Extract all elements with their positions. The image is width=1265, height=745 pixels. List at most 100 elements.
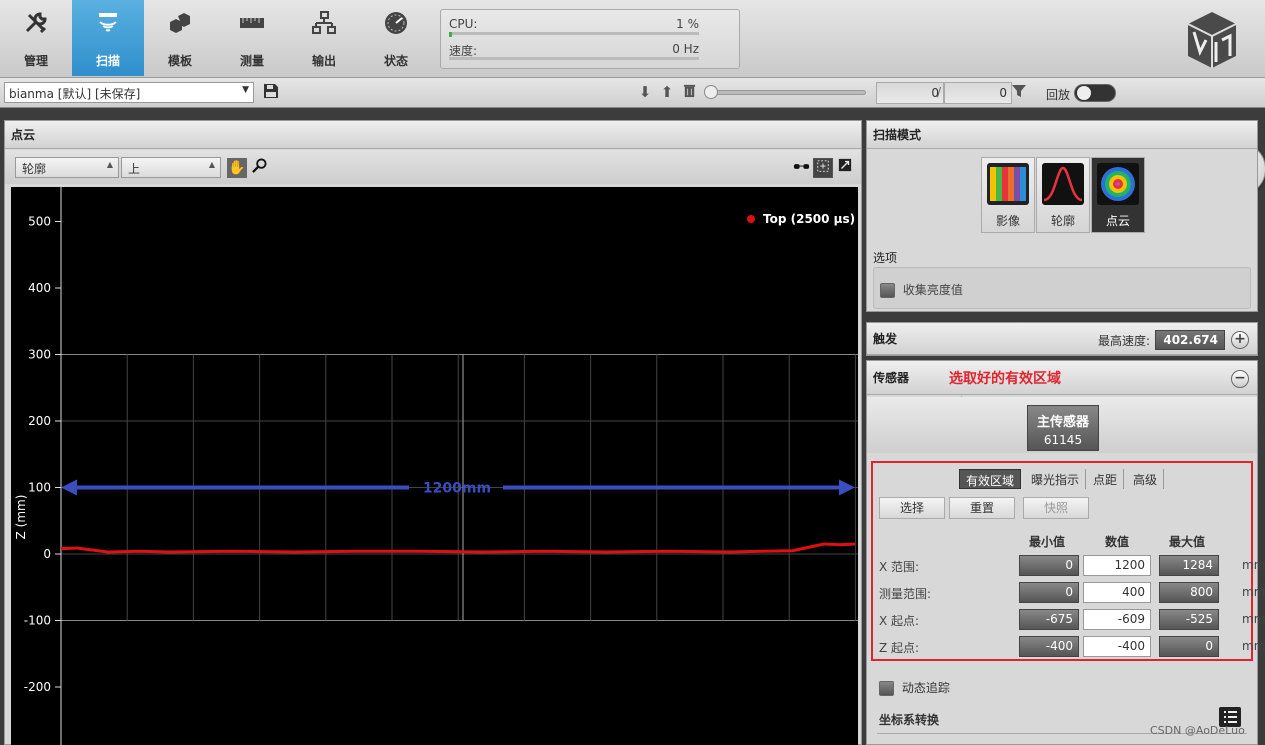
sensor-title: 传感器 <box>867 361 1257 395</box>
select-button[interactable]: 选择 <box>879 497 945 519</box>
active-area-box: 有效区域 曝光指示 点距 高级 选择 重置 快照 最小值 数值 最大值 X 范围… <box>871 461 1265 661</box>
mode-profile-button[interactable]: 轮廓 <box>1036 157 1090 233</box>
nav-label: 状态 <box>383 54 408 68</box>
view-mode-value: 轮廓 <box>22 162 47 176</box>
view-source-select[interactable]: 上 ▲ <box>121 157 221 178</box>
legend-label: Top (2500 µs) <box>763 212 855 226</box>
x-range-min: 0 <box>1019 555 1079 576</box>
nav-status[interactable]: 状态 <box>360 0 432 76</box>
trash-icon[interactable] <box>680 83 698 101</box>
network-icon <box>312 11 336 34</box>
template-icon <box>170 13 190 33</box>
save-icon[interactable] <box>262 83 280 101</box>
tab-exposure-indicator[interactable]: 曝光指示 <box>1025 469 1087 489</box>
system-meters: CPU: 1 % 速度: 0 Hz <box>440 9 740 69</box>
frame-separator: / <box>937 85 942 99</box>
checkbox-icon <box>879 681 894 696</box>
y-tick-label: 200 <box>28 414 51 428</box>
download-icon[interactable]: ⬇ <box>636 83 654 101</box>
x-range-input[interactable]: 1200 <box>1083 555 1151 576</box>
pan-hand-icon[interactable]: ✋ <box>227 158 247 178</box>
reset-button[interactable]: 重置 <box>949 497 1015 519</box>
y-tick-label: 400 <box>28 281 51 295</box>
replay-label: 回放 <box>1046 88 1071 102</box>
speed-value: 0 Hz <box>672 42 699 56</box>
speed-label: 速度: <box>449 44 478 58</box>
snapshot-button: 快照 <box>1023 497 1089 519</box>
row-label-z-start: Z 起点: <box>879 641 920 655</box>
nav-output[interactable]: 输出 <box>288 0 360 76</box>
dynamic-tracking-label: 动态追踪 <box>901 681 950 695</box>
app-window: 管理 扫描 模板 测量 输出 状态 CPU: 1 % 速度: 0 Hz bian… <box>0 0 1265 745</box>
collect-intensity-checkbox[interactable]: 收集亮度值 <box>880 281 963 298</box>
panel-title: 点云 <box>5 121 861 149</box>
nav-manage[interactable]: 管理 <box>0 0 72 76</box>
trigger-section: 触发 最高速度: 402.674 + <box>866 322 1258 356</box>
nav-label: 管理 <box>23 54 48 68</box>
image-mode-icon <box>987 163 1029 205</box>
x-start-input[interactable]: -609 <box>1083 609 1151 630</box>
pointcloud-mode-icon <box>1097 163 1139 205</box>
dynamic-tracking-checkbox[interactable]: 动态追踪 <box>879 679 950 696</box>
job-name: bianma [默认] [未保存] <box>9 87 141 101</box>
mode-pointcloud-button[interactable]: 点云 <box>1091 157 1145 233</box>
nav-scan[interactable]: 扫描 <box>72 0 144 76</box>
nav-label: 测量 <box>239 54 264 68</box>
nav-label: 扫描 <box>95 54 120 68</box>
upload-icon[interactable]: ⬆ <box>658 83 676 101</box>
tab-spacing[interactable]: 点距 <box>1087 469 1125 489</box>
top-navigation: 管理 扫描 模板 测量 输出 状态 CPU: 1 % 速度: 0 Hz <box>0 0 1265 78</box>
measure-range-input[interactable]: 400 <box>1083 582 1151 603</box>
measure-range-min: 0 <box>1019 582 1079 603</box>
frame-total: 0 <box>944 82 1012 104</box>
fullscreen-icon[interactable] <box>835 158 855 178</box>
view-mode-select[interactable]: 轮廓 ▲ <box>15 157 119 178</box>
nav-measure[interactable]: 测量 <box>216 0 288 76</box>
mode-image-button[interactable]: 影像 <box>981 157 1035 233</box>
z-start-input[interactable]: -400 <box>1083 636 1151 657</box>
z-start-max: 0 <box>1159 636 1219 657</box>
updown-icon: ▲ <box>208 160 215 169</box>
unit-label: mm <box>1242 639 1265 653</box>
replay-toggle[interactable] <box>1074 84 1116 102</box>
checkbox-icon <box>880 283 895 298</box>
tools-icon <box>25 12 47 34</box>
mode-label: 轮廓 <box>1050 214 1075 228</box>
replay-seek-slider[interactable] <box>704 85 866 99</box>
unit-label: mm <box>1242 558 1265 572</box>
tab-active-area[interactable]: 有效区域 <box>959 469 1022 489</box>
tab-advanced[interactable]: 高级 <box>1127 469 1165 489</box>
chevron-down-icon: ▼ <box>242 85 249 95</box>
main-sensor-label: 主传感器 <box>1036 415 1089 430</box>
collect-intensity-label: 收集亮度值 <box>902 283 963 297</box>
nav-template[interactable]: 模板 <box>144 0 216 76</box>
expand-trigger-button[interactable]: + <box>1231 331 1249 349</box>
watermark: CSDN @AoDeLuo <box>1150 724 1245 737</box>
filter-icon[interactable] <box>1010 83 1028 101</box>
ruler-icon <box>240 18 264 28</box>
y-tick-label: 0 <box>43 547 51 561</box>
scan-mode-section: 扫描模式 影像 轮廓 点云 选项 收集亮度值 <box>866 120 1258 312</box>
zoom-icon[interactable] <box>249 158 269 178</box>
unit-label: mm <box>1242 612 1265 626</box>
y-tick-label: 500 <box>28 215 51 229</box>
row-label-measure-range: 测量范围: <box>879 587 932 601</box>
job-select[interactable]: bianma [默认] [未保存] ▼ <box>4 82 254 103</box>
collapse-sensor-button[interactable]: − <box>1231 370 1249 388</box>
coord-transform-label: 坐标系转换 <box>879 713 940 727</box>
nav-label: 输出 <box>311 54 336 68</box>
column-max: 最大值 <box>1168 535 1205 549</box>
main-sensor-badge[interactable]: 主传感器 61145 <box>1027 405 1099 451</box>
glasses-icon[interactable] <box>791 158 811 178</box>
nav-label: 模板 <box>167 54 192 68</box>
y-tick-label: 300 <box>28 348 51 362</box>
frame-current[interactable]: 0 <box>876 82 944 104</box>
fit-view-icon[interactable] <box>813 158 833 178</box>
sensor-section: 传感器 选取好的有效区域 − 主传感器 61145 有效区域 曝光指示 点距 高… <box>866 360 1265 745</box>
profile-chart: 500 400 300 200 100 0 -100 -200 Z (mm) 1200mm To… <box>11 187 858 745</box>
column-min: 最小值 <box>1028 535 1065 549</box>
cpu-meter: CPU: 1 % <box>449 17 699 37</box>
legend-marker <box>747 215 755 223</box>
mode-label: 影像 <box>995 214 1020 228</box>
column-value: 数值 <box>1104 535 1129 549</box>
